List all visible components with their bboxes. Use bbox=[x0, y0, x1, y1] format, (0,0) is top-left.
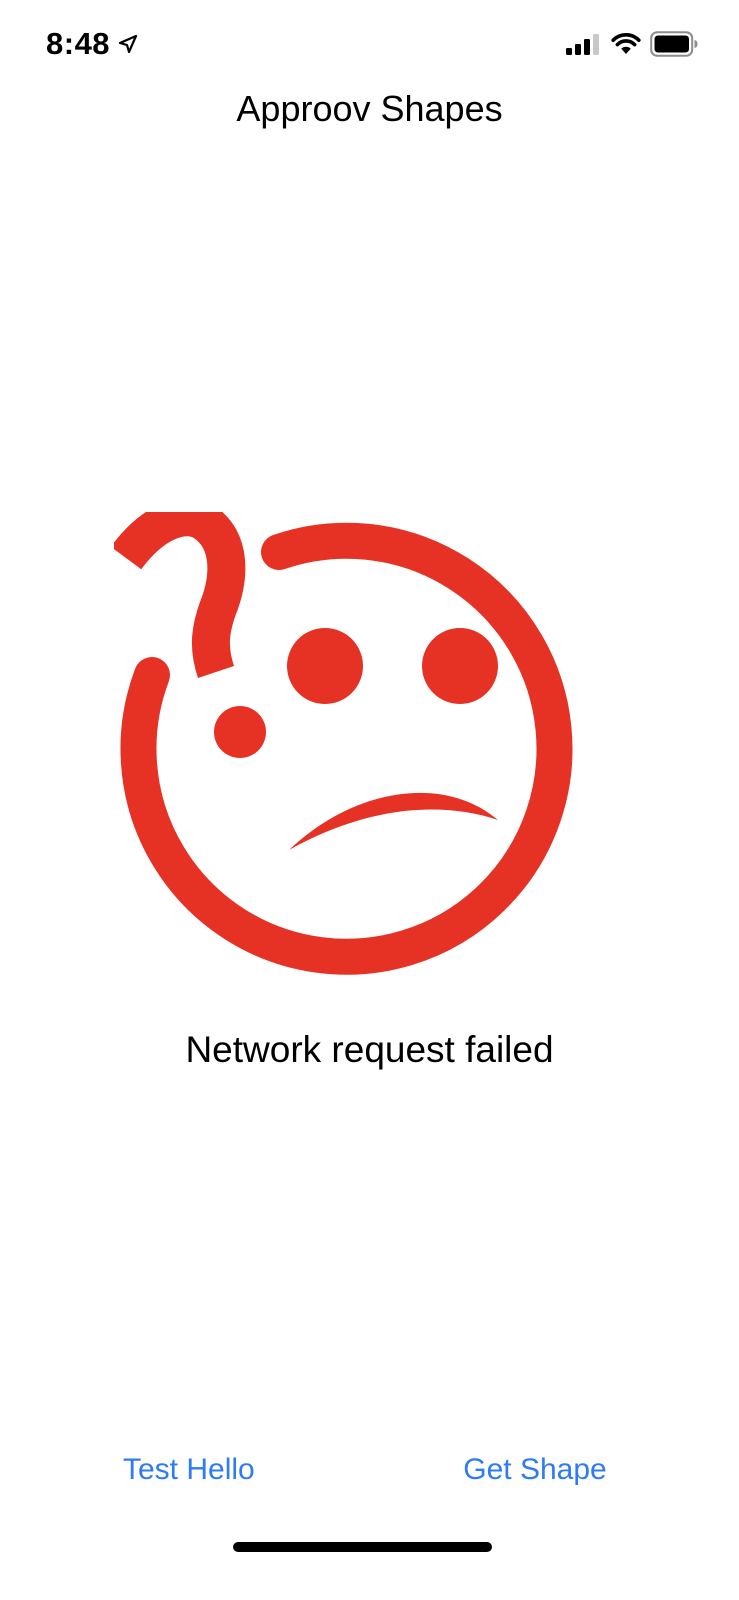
wifi-icon bbox=[611, 33, 641, 54]
location-arrow-icon bbox=[118, 34, 138, 54]
test-hello-button[interactable]: Test Hello bbox=[123, 1448, 263, 1492]
status-bar: 8:48 bbox=[0, 0, 739, 88]
eyes bbox=[287, 628, 498, 704]
frown-mouth bbox=[289, 792, 498, 850]
cellular-signal-icon bbox=[566, 34, 599, 55]
home-indicator[interactable] bbox=[233, 1542, 492, 1552]
get-shape-button[interactable]: Get Shape bbox=[455, 1448, 615, 1492]
confused-face-icon bbox=[114, 512, 573, 975]
error-message: Network request failed bbox=[185, 1029, 554, 1070]
battery-icon bbox=[650, 31, 698, 57]
page-title: Approov Shapes bbox=[236, 88, 503, 129]
status-time: 8:48 bbox=[46, 26, 111, 61]
